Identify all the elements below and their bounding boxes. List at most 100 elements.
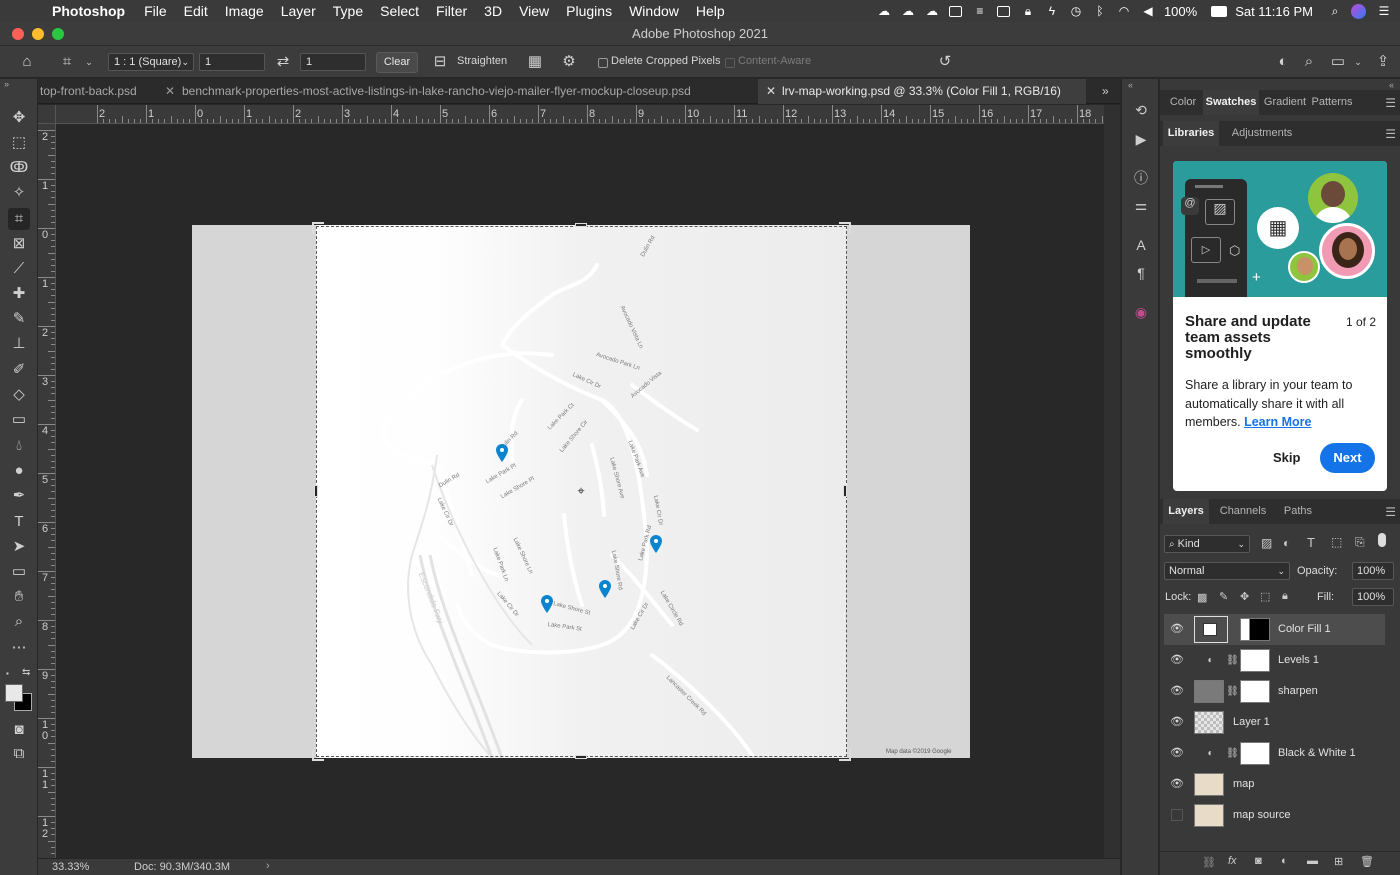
crop-tool-icon[interactable]: ⌗	[58, 53, 76, 71]
minimize-window-button[interactable]	[32, 28, 44, 40]
info-icon[interactable]: ⓘ	[1132, 169, 1150, 187]
paragraph-icon[interactable]: ¶	[1132, 264, 1150, 282]
gradient-tool-icon[interactable]: ▭	[8, 409, 30, 431]
menu-select[interactable]: Select	[380, 3, 419, 19]
close-icon[interactable]: ✕	[165, 79, 175, 104]
clock[interactable]: Sat 11:16 PM	[1235, 4, 1313, 19]
tab-patterns[interactable]: Patterns	[1308, 90, 1356, 115]
crop-tool-icon[interactable]: ⌗	[8, 208, 30, 230]
lock-position-icon[interactable]: ✥	[1240, 590, 1249, 603]
gear-icon[interactable]: ⚙	[560, 53, 578, 71]
zoom-tool-icon[interactable]: ⌕	[8, 611, 30, 633]
crop-ratio-select[interactable]: 1 : 1 (Square) ⌄	[108, 53, 194, 71]
visibility-toggle[interactable]	[1171, 809, 1183, 821]
tab-benchmark-mailer[interactable]: benchmark-properties-most-active-listing…	[181, 79, 761, 104]
filter-adjustment-icon[interactable]: ◐	[1283, 536, 1290, 550]
menu-filter[interactable]: Filter	[436, 3, 467, 19]
opacity-input[interactable]: 100%	[1352, 562, 1394, 580]
lock-icon[interactable]: 🔒︎	[1020, 4, 1036, 18]
menu-app[interactable]: Photoshop	[52, 3, 125, 19]
actions-play-icon[interactable]: ▶	[1132, 130, 1150, 148]
filter-shape-icon[interactable]: ⬚	[1331, 535, 1342, 549]
control-center-icon[interactable]: ☰	[1376, 4, 1392, 18]
wallet-icon[interactable]	[996, 5, 1012, 18]
crop-handle-right[interactable]	[843, 485, 847, 497]
panel-menu-icon[interactable]: ☰	[1385, 505, 1396, 519]
panel-menu-icon[interactable]: ☰	[1385, 127, 1396, 141]
tab-swatches[interactable]: Swatches	[1203, 90, 1259, 115]
discover-icon[interactable]: ◐	[1274, 53, 1292, 71]
link-layers-icon[interactable]: ⛓︎	[1202, 856, 1216, 869]
crop-handle-left[interactable]	[314, 485, 318, 497]
layer-row-black-white-1[interactable]: 👁︎ ◐ ⛓︎ Black & White 1	[1164, 738, 1385, 769]
menu-type[interactable]: Type	[333, 3, 363, 19]
swap-icon[interactable]: ⇄	[274, 53, 292, 71]
creative-cloud-icon[interactable]: ☁	[876, 4, 892, 18]
tab-channels[interactable]: Channels	[1212, 499, 1274, 524]
move-tool-icon[interactable]: ✥	[8, 107, 30, 129]
vertical-scrollbar[interactable]	[1104, 105, 1120, 858]
path-selection-tool-icon[interactable]: ➤	[8, 536, 30, 558]
menu-edit[interactable]: Edit	[184, 3, 208, 19]
layer-row-map[interactable]: 👁︎ map	[1164, 769, 1385, 800]
lock-all-icon[interactable]: 🔒︎	[1282, 590, 1288, 603]
layer-filter-kind[interactable]: ⌕ Kind ⌄	[1164, 535, 1250, 553]
crop-handle-top[interactable]	[575, 223, 587, 227]
filter-toggle[interactable]	[1378, 533, 1386, 547]
delete-cropped-checkbox[interactable]	[598, 58, 608, 68]
fx-icon[interactable]: fx	[1228, 855, 1237, 867]
layer-row-color-fill-1[interactable]: 👁︎ Color Fill 1	[1164, 614, 1385, 645]
pen-tool-icon[interactable]: ✒	[8, 485, 30, 507]
eye-icon[interactable]: 👁︎	[1170, 715, 1184, 729]
eye-icon[interactable]: 👁︎	[1170, 746, 1184, 760]
bluetooth-icon[interactable]: ᛒ	[1092, 4, 1108, 18]
reset-icon[interactable]: ↺	[936, 53, 954, 71]
search-icon[interactable]: ⌕	[1300, 53, 1318, 71]
properties-icon[interactable]: ⚌	[1132, 196, 1150, 214]
zoom-window-button[interactable]	[52, 28, 64, 40]
tab-layers[interactable]: Layers	[1163, 499, 1209, 524]
history-icon[interactable]: ⟲	[1132, 101, 1150, 119]
layer-row-sharpen[interactable]: 👁︎ ⛓︎ sharpen	[1164, 676, 1385, 707]
lasso-tool-icon[interactable]: ↂ	[8, 157, 30, 179]
dodge-tool-icon[interactable]: ●	[8, 460, 30, 482]
level-icon[interactable]: ⊟	[431, 53, 449, 71]
grid-overlay-icon[interactable]: ▦	[526, 53, 544, 71]
crop-handle-bottom-left[interactable]	[312, 749, 324, 761]
screen-mode-icon[interactable]: ⧉	[8, 743, 30, 765]
tab-paths[interactable]: Paths	[1276, 499, 1320, 524]
layer-row-map-source[interactable]: map source	[1164, 800, 1385, 831]
hand-tool-icon[interactable]: ✋︎	[8, 586, 30, 608]
link-icon[interactable]: ⛓︎	[1226, 685, 1239, 698]
filter-pixel-icon[interactable]: ▨	[1261, 536, 1272, 550]
tab-gradients[interactable]: Gradient	[1262, 90, 1308, 115]
cloud-sync-icon[interactable]: ☁	[924, 4, 940, 18]
more-tools-icon[interactable]: ⋯	[8, 637, 30, 659]
crop-handle-top-right[interactable]	[839, 222, 851, 234]
collapse-icon[interactable]: «	[1389, 80, 1394, 90]
healing-brush-tool-icon[interactable]: ✚	[8, 283, 30, 305]
rectangle-tool-icon[interactable]: ▭	[8, 561, 30, 583]
script-icon[interactable]: ϟ	[1044, 4, 1060, 18]
foreground-color-swatch[interactable]	[5, 684, 23, 702]
eraser-tool-icon[interactable]: ◇	[8, 384, 30, 406]
battery-icon[interactable]	[1211, 5, 1228, 18]
zoom-level[interactable]: 33.33%	[52, 861, 89, 873]
menu-view[interactable]: View	[519, 3, 549, 19]
collapse-icon[interactable]: «	[1128, 80, 1133, 90]
workspace-icon[interactable]: ▭	[1329, 53, 1347, 71]
close-icon[interactable]: ✕	[766, 79, 776, 104]
type-tool-icon[interactable]: T	[8, 511, 30, 533]
tab-libraries[interactable]: Libraries	[1163, 121, 1219, 146]
eye-icon[interactable]: 👁︎	[1170, 684, 1184, 698]
blend-mode-select[interactable]: Normal ⌄	[1164, 562, 1290, 580]
menu-image[interactable]: Image	[225, 3, 264, 19]
default-colors-icon[interactable]: ▪	[6, 669, 9, 678]
eye-icon[interactable]: 👁︎	[1170, 653, 1184, 667]
cloud-icon[interactable]: ☁	[900, 4, 916, 18]
filter-type-icon[interactable]: T	[1307, 535, 1315, 550]
filter-smart-object-icon[interactable]: ⎘	[1355, 535, 1365, 550]
crop-handle-bottom-right[interactable]	[839, 749, 851, 761]
spotlight-icon[interactable]: ⌕	[1327, 4, 1343, 18]
menu-3d[interactable]: 3D	[484, 3, 502, 19]
